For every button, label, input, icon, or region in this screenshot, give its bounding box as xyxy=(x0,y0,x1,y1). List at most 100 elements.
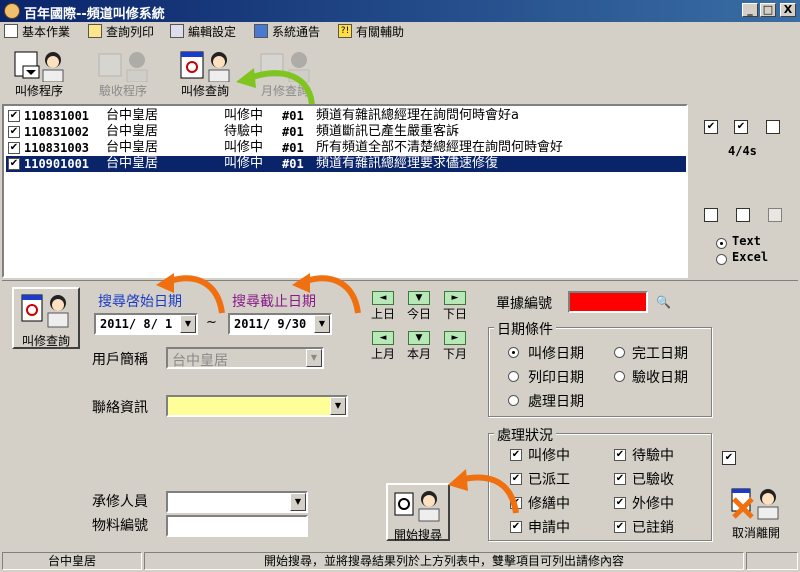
chevron-down-icon[interactable]: ▼ xyxy=(330,397,346,415)
text-radio-label: Text xyxy=(732,234,761,248)
menu-label: 有關輔助 xyxy=(356,24,405,39)
option-label: 已註銷 xyxy=(632,520,674,536)
export-disabled-icon[interactable] xyxy=(768,208,782,222)
start-date-picker[interactable]: 2011/ 8/ 1 ▼ xyxy=(94,313,198,335)
material-input[interactable] xyxy=(166,515,308,537)
result-list[interactable]: ✔ 110831001 台中皇居 叫修中 #01 頻道有雜訊總經理在詢問何時會好… xyxy=(2,104,688,278)
calendar-icon: ▼ xyxy=(408,331,430,345)
edit-icon xyxy=(170,24,184,38)
radio-repair-date[interactable] xyxy=(508,347,519,358)
customer-value: 台中皇居 xyxy=(172,353,228,369)
customer-select[interactable]: 台中皇居 ▼ xyxy=(166,347,324,369)
checkbox-accepted[interactable]: ✔ xyxy=(614,473,626,485)
checkbox-applying[interactable]: ✔ xyxy=(510,521,522,533)
uncheck-all-icon[interactable] xyxy=(766,120,780,134)
checkbox-cancelled[interactable]: ✔ xyxy=(614,521,626,533)
chevron-down-icon[interactable]: ▼ xyxy=(314,315,330,333)
toggle-all-status-icon[interactable]: ✔ xyxy=(722,451,736,465)
menu-system-notice[interactable]: 系統通告 xyxy=(254,23,320,39)
end-date-picker[interactable]: 2011/ 9/30 ▼ xyxy=(228,313,332,335)
export-all-icon[interactable] xyxy=(736,208,750,222)
option-label: 處理日期 xyxy=(528,394,584,410)
end-date-label: 搜尋截止日期 xyxy=(232,294,316,310)
app-icon xyxy=(4,3,20,19)
radio-print-date[interactable] xyxy=(508,371,519,382)
row-checkbox[interactable]: ✔ xyxy=(8,158,20,170)
doc-number-input[interactable] xyxy=(568,291,648,313)
toolbar-monthly-query-button[interactable]: 月修查詢 xyxy=(248,46,322,100)
prev-day-button[interactable]: ◄ 上日 xyxy=(368,289,398,327)
search-icon xyxy=(394,491,440,522)
row-checkbox[interactable]: ✔ xyxy=(8,126,20,138)
menu-basic[interactable]: 基本作業 xyxy=(4,23,70,39)
minimize-button[interactable]: _ xyxy=(742,3,758,17)
option-label: 申請中 xyxy=(528,520,570,536)
menu-help[interactable]: ?! 有關輔助 xyxy=(338,23,404,39)
maximize-button[interactable]: □ xyxy=(760,3,776,17)
radio-process-date[interactable] xyxy=(508,395,519,406)
contact-label: 聯絡資訊 xyxy=(92,400,148,416)
nav-label: 上月 xyxy=(370,347,395,361)
chevron-down-icon[interactable]: ▼ xyxy=(180,315,196,333)
radio-acceptance-date[interactable] xyxy=(614,371,625,382)
magnifier-icon[interactable]: 🔍 xyxy=(656,295,671,309)
date-condition-title: 日期條件 xyxy=(494,319,556,339)
option-label: 待驗中 xyxy=(632,448,674,464)
list-row[interactable]: ✔ 110831001 台中皇居 叫修中 #01 頻道有雜訊總經理在詢問何時會好… xyxy=(6,108,686,124)
checkbox-external-repair[interactable]: ✔ xyxy=(614,497,626,509)
repair-query-icon xyxy=(180,51,230,82)
repair-query-button[interactable]: 叫修查詢 xyxy=(12,287,80,349)
this-month-button[interactable]: ▼ 本月 xyxy=(404,329,434,367)
next-day-button[interactable]: ► 下日 xyxy=(440,289,470,327)
row-status: 叫修中 xyxy=(224,156,264,171)
radio-complete-date[interactable] xyxy=(614,347,625,358)
next-month-button[interactable]: ► 下月 xyxy=(440,329,470,367)
status-customer: 台中皇居 xyxy=(2,552,142,570)
text-radio[interactable] xyxy=(716,238,727,249)
row-checkbox[interactable]: ✔ xyxy=(8,142,20,154)
checkbox-dispatched[interactable]: ✔ xyxy=(510,473,522,485)
calendar-icon: ◄ xyxy=(372,291,394,305)
close-button[interactable]: X xyxy=(780,3,796,17)
repair-person-select[interactable]: ▼ xyxy=(166,491,308,513)
row-number: #01 xyxy=(282,109,304,123)
row-status: 叫修中 xyxy=(224,108,264,123)
toolbar-label: 叫修程序 xyxy=(14,84,63,98)
excel-radio[interactable] xyxy=(716,254,727,265)
process-status-title: 處理狀況 xyxy=(494,425,556,445)
menu-query-print[interactable]: 查詢列印 xyxy=(88,23,154,39)
list-row[interactable]: ✔ 110831003 台中皇居 叫修中 #01 所有頻道全部不清楚總經理在詢問… xyxy=(6,140,686,156)
row-status: 待驗中 xyxy=(224,124,264,139)
today-button[interactable]: ▼ 今日 xyxy=(404,289,434,327)
checkbox-pending-acceptance[interactable]: ✔ xyxy=(614,449,626,461)
contact-select[interactable]: ▼ xyxy=(166,395,348,417)
chevron-down-icon[interactable]: ▼ xyxy=(306,349,322,367)
toolbar-label: 月修查詢 xyxy=(260,84,309,98)
list-row-selected[interactable]: ✔ 110901001 台中皇居 叫修中 #01 頻道有雜訊總經理要求儘速修復 xyxy=(6,156,686,172)
toolbar-repair-query-button[interactable]: 叫修查詢 xyxy=(168,46,242,100)
row-description: 頻道斷訊已產生嚴重客訴 xyxy=(316,124,460,139)
checkbox-repairing[interactable]: ✔ xyxy=(510,449,522,461)
cancel-exit-button[interactable]: 取消離開 xyxy=(724,485,788,543)
row-number: #01 xyxy=(282,157,304,171)
start-search-button[interactable]: 開始搜尋 xyxy=(386,483,450,542)
checkbox-renovating[interactable]: ✔ xyxy=(510,497,522,509)
prev-month-button[interactable]: ◄ 上月 xyxy=(368,329,398,367)
nav-label: 本月 xyxy=(406,347,431,361)
calendar-icon: ► xyxy=(444,331,466,345)
title-bar: 百年國際--頻道叫修系統 _ □ X xyxy=(0,0,800,22)
row-checkbox[interactable]: ✔ xyxy=(8,110,20,122)
nav-label: 上日 xyxy=(370,307,395,321)
toolbar-acceptance-button[interactable]: 驗收程序 xyxy=(86,46,160,100)
menu-edit-settings[interactable]: 編輯設定 xyxy=(170,23,236,39)
nav-label: 下月 xyxy=(442,347,467,361)
check-all-icon[interactable]: ✔ xyxy=(704,120,718,134)
toolbar-repair-request-button[interactable]: 叫修程序 xyxy=(2,46,76,100)
chevron-down-icon[interactable]: ▼ xyxy=(290,493,306,511)
export-icon[interactable] xyxy=(704,208,718,222)
row-customer: 台中皇居 xyxy=(106,124,159,139)
list-row[interactable]: ✔ 110831002 台中皇居 待驗中 #01 頻道斷訊已產生嚴重客訴 xyxy=(6,124,686,140)
check-selected-icon[interactable]: ✔ xyxy=(734,120,748,134)
repair-query-icon xyxy=(21,294,69,328)
toolbar-label: 叫修查詢 xyxy=(180,84,229,98)
